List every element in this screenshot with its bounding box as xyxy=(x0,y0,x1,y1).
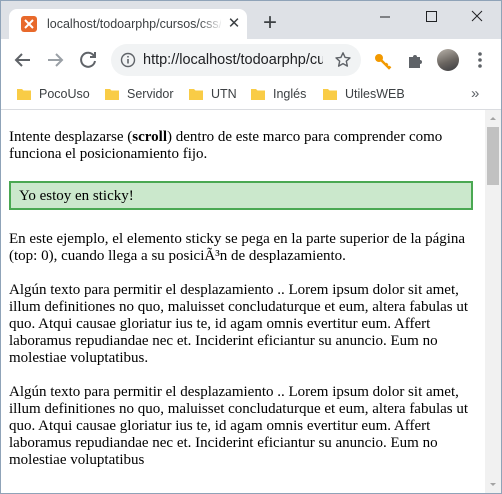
vertical-scrollbar[interactable] xyxy=(485,110,501,493)
address-bar[interactable]: http://localhost/todoarphp/cursos/css/ej… xyxy=(111,44,361,76)
browser-toolbar: http://localhost/todoarphp/cursos/css/ej… xyxy=(1,39,501,81)
url-text[interactable]: http://localhost/todoarphp/cursos/css/ej… xyxy=(143,52,323,68)
explanation-text: En este ejemplo, el elemento sticky se p… xyxy=(9,231,466,264)
tab-title: localhost/todoarphp/cursos/css/ejemplos/… xyxy=(47,17,221,31)
tab-title-fade xyxy=(199,13,223,35)
minimize-icon xyxy=(380,16,390,18)
extensions-puzzle-icon[interactable] xyxy=(406,51,426,71)
bookmarks-overflow-icon[interactable]: » xyxy=(471,85,479,102)
scrollbar-thumb[interactable] xyxy=(487,127,499,185)
back-button[interactable] xyxy=(11,48,35,72)
favicon-icon xyxy=(21,16,37,32)
sticky-text: Yo estoy en sticky! xyxy=(19,188,134,204)
menu-dots-icon[interactable] xyxy=(471,50,489,70)
reload-icon xyxy=(80,51,96,68)
arrow-left-icon xyxy=(14,53,30,67)
bookmark-label: Servidor xyxy=(127,87,174,101)
profile-avatar[interactable] xyxy=(437,49,459,71)
bookmarks-bar: PocoUso Servidor UTN Inglés UtilesWEB » xyxy=(1,81,501,110)
folder-icon xyxy=(105,89,119,100)
browser-window: localhost/todoarphp/cursos/css/ejemplos/… xyxy=(0,0,502,494)
bookmark-star-icon[interactable] xyxy=(334,51,352,69)
folder-icon xyxy=(251,89,265,100)
scroll-keyword: scroll xyxy=(132,129,167,145)
intro-text: Intente desplazarse (scroll) dentro de e… xyxy=(9,129,443,162)
filler-paragraph-1: Algún texto para permitir el desplazamie… xyxy=(9,282,469,366)
reload-button[interactable] xyxy=(76,48,100,72)
folder-icon xyxy=(323,89,337,100)
scroll-up-arrow-icon[interactable] xyxy=(485,110,501,126)
arrow-right-icon xyxy=(48,53,64,67)
site-info-icon[interactable] xyxy=(120,52,136,68)
browser-tab[interactable]: localhost/todoarphp/cursos/css/ejemplos/… xyxy=(9,9,247,39)
page-viewport[interactable]: Intente desplazarse (scroll) dentro de e… xyxy=(1,110,485,493)
bookmark-label: UTN xyxy=(211,87,237,101)
scroll-down-arrow-icon[interactable] xyxy=(485,477,501,493)
folder-icon xyxy=(189,89,203,100)
bookmark-label: UtilesWEB xyxy=(345,87,405,101)
close-window-button[interactable] xyxy=(454,1,500,33)
tab-close-icon[interactable]: ✕ xyxy=(225,15,243,33)
sticky-element: Yo estoy en sticky! xyxy=(9,181,473,210)
bookmark-label: Inglés xyxy=(273,87,307,101)
maximize-icon xyxy=(426,11,437,22)
forward-button[interactable] xyxy=(43,48,67,72)
tab-strip: localhost/todoarphp/cursos/css/ejemplos/… xyxy=(1,1,501,39)
bookmark-label: PocoUso xyxy=(39,87,90,101)
minimize-button[interactable] xyxy=(362,1,408,33)
maximize-button[interactable] xyxy=(408,1,454,33)
new-tab-button[interactable]: + xyxy=(257,11,283,37)
folder-icon xyxy=(17,89,31,100)
filler-paragraph-2: Algún texto para permitir el desplazamie… xyxy=(9,384,469,468)
close-icon xyxy=(471,10,483,22)
key-extension-icon[interactable] xyxy=(373,51,393,71)
